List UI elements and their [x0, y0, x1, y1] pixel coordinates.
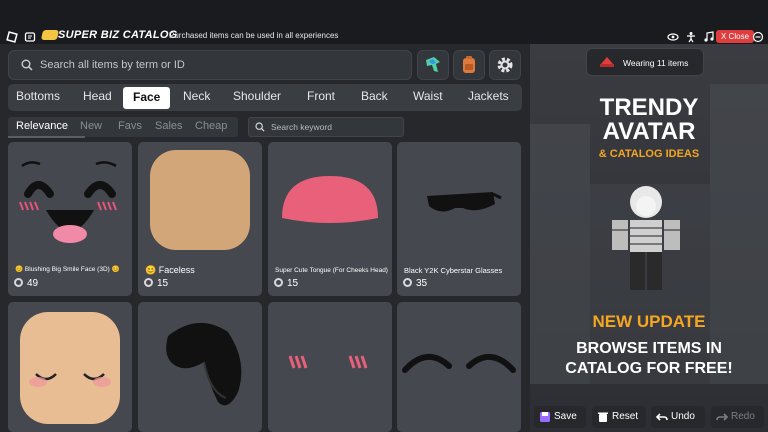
reset-button[interactable]: Reset	[592, 406, 646, 428]
sort-relevance[interactable]: Relevance	[16, 120, 68, 132]
tab-shoulder[interactable]: Shoulder	[233, 89, 281, 103]
item-card[interactable]: Super Cute Tongue (For Cheeks Head) 15	[268, 142, 392, 296]
search-icon	[255, 122, 265, 132]
tab-jackets[interactable]: Jackets	[468, 89, 509, 103]
undo-icon	[656, 413, 668, 421]
redo-label: Redo	[731, 411, 755, 422]
gear-icon	[497, 57, 513, 73]
minimize-icon[interactable]	[752, 31, 764, 43]
backpack-icon	[463, 56, 475, 73]
robux-icon	[403, 278, 412, 287]
chat-icon[interactable]	[24, 31, 36, 43]
avatar-figure	[612, 186, 680, 290]
tab-back[interactable]: Back	[361, 89, 388, 103]
item-name: 😊 Faceless	[145, 265, 195, 275]
search-input[interactable]: Search all items by term or ID	[40, 59, 185, 71]
save-label: Save	[554, 411, 577, 422]
reset-label: Reset	[612, 411, 639, 422]
browse-line-2: CATALOG FOR FREE!	[565, 360, 733, 377]
item-card[interactable]: Black Y2K Cyberstar Glasses 35	[397, 142, 521, 296]
item-price: 35	[403, 278, 427, 289]
backpack-button[interactable]	[453, 50, 485, 80]
category-tabs: Bottoms Head Face Neck Shoulder Front Ba…	[8, 84, 522, 111]
search-bar[interactable]: Search all items by term or ID	[8, 50, 412, 80]
subtitle: Purchased items can be used in all exper…	[169, 31, 339, 40]
search-icon	[21, 59, 33, 71]
wearing-badge[interactable]: Wearing 11 items	[586, 48, 704, 76]
redo-icon	[716, 413, 728, 421]
item-card[interactable]	[397, 302, 521, 432]
logo-icon	[40, 30, 60, 40]
tab-bottoms[interactable]: Bottoms	[16, 89, 60, 103]
robux-icon	[144, 278, 153, 287]
item-card[interactable]	[138, 302, 262, 432]
hat-icon	[600, 57, 614, 67]
music-icon[interactable]	[703, 31, 715, 43]
item-card[interactable]	[8, 302, 132, 432]
sort-tabs: Relevance New Favs Sales Cheap	[8, 117, 238, 138]
tongue-thumbnail	[282, 176, 378, 223]
faceless-head-thumbnail	[150, 150, 250, 250]
smile-face-thumbnail	[19, 161, 117, 243]
tab-head[interactable]: Head	[83, 89, 112, 103]
trash-icon	[598, 412, 608, 422]
item-price: 49	[14, 278, 38, 289]
item-card[interactable]: 😊 Blushing Big Smile Face (3D) 😊 49	[8, 142, 132, 296]
glasses-thumbnail	[427, 192, 502, 212]
undo-label: Undo	[671, 411, 695, 422]
avatar-preview: Wearing 11 items TRENDY AVATAR & CATALOG…	[530, 44, 768, 432]
keyword-input[interactable]: Search keyword	[271, 122, 332, 132]
app-title: SUPER BIZ CATALOG	[58, 29, 178, 41]
sort-sales[interactable]: Sales	[155, 120, 183, 132]
wearing-count: Wearing 11 items	[623, 58, 689, 68]
gamepass-button[interactable]	[417, 50, 449, 80]
tab-front[interactable]: Front	[307, 89, 335, 103]
item-price: 15	[274, 278, 298, 289]
sleepy-face-thumbnail	[20, 312, 120, 424]
eyelashes-thumbnail	[402, 354, 516, 373]
item-card[interactable]	[268, 302, 392, 432]
promo-title-2: AVATAR	[602, 118, 696, 145]
figure-icon[interactable]	[685, 31, 697, 43]
sort-favs[interactable]: Favs	[118, 120, 142, 132]
robux-icon	[274, 278, 283, 287]
robux-icon	[14, 278, 23, 287]
undo-button[interactable]: Undo	[651, 406, 705, 428]
roblox-menu-icon[interactable]	[6, 31, 18, 43]
browse-line-1: BROWSE ITEMS IN	[576, 340, 722, 357]
tab-waist[interactable]: Waist	[413, 89, 443, 103]
blush-thumbnail	[288, 355, 368, 369]
promo-title-1: TRENDY	[599, 94, 699, 121]
item-price: 15	[144, 278, 168, 289]
save-button[interactable]: Save	[534, 406, 586, 428]
item-name: 😊 Blushing Big Smile Face (3D) 😊	[15, 266, 120, 273]
sort-underline	[8, 136, 85, 138]
close-button[interactable]: X Close	[716, 30, 755, 43]
settings-button[interactable]	[489, 50, 521, 80]
tab-neck[interactable]: Neck	[183, 89, 210, 103]
save-icon	[540, 412, 550, 422]
avatar-pose-icon	[426, 57, 440, 72]
eye-icon[interactable]	[667, 31, 679, 43]
promo-subtitle: & CATALOG IDEAS	[598, 148, 700, 160]
update-label: NEW UPDATE	[592, 312, 706, 331]
tab-face[interactable]: Face	[123, 87, 171, 109]
item-name: Super Cute Tongue (For Cheeks Head)	[275, 267, 388, 274]
sort-cheap[interactable]: Cheap	[195, 120, 227, 132]
top-bar: SUPER BIZ CATALOG Purchased items can be…	[0, 0, 768, 44]
keyword-search[interactable]: Search keyword	[248, 117, 404, 137]
hair-thumbnail	[166, 322, 242, 406]
item-name: Black Y2K Cyberstar Glasses	[404, 266, 503, 275]
item-card[interactable]: 😊 Faceless 15	[138, 142, 262, 296]
sort-new[interactable]: New	[80, 120, 102, 132]
catalog-panel: Search all items by term or ID Bottoms H…	[0, 44, 530, 432]
redo-button[interactable]: Redo	[711, 406, 764, 428]
